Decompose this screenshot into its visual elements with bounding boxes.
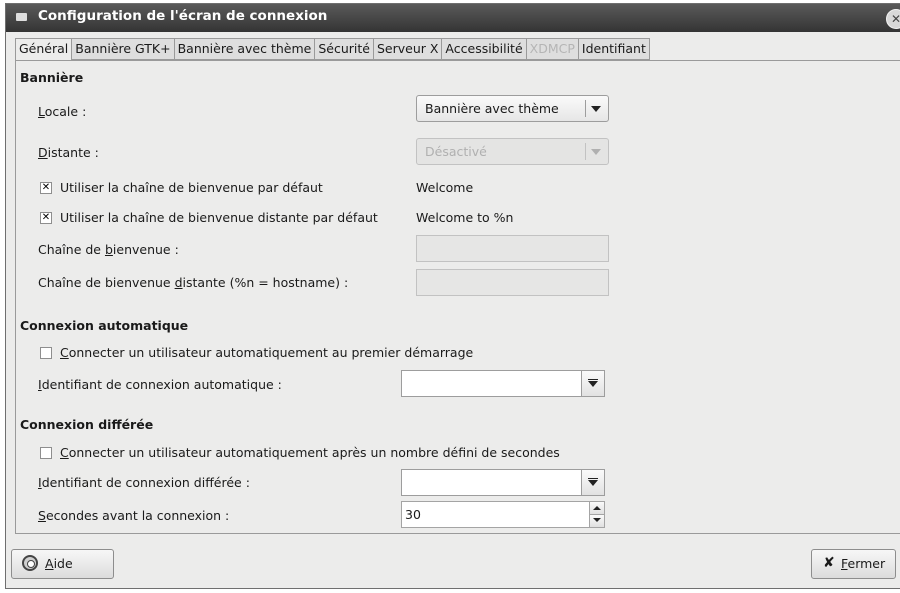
tab-bar: Général Bannière GTK+ Bannière avec thèm… [15, 38, 650, 61]
welcome-string-input [416, 235, 609, 262]
auto-login-user-label: Identifiant de connexion automatique : [38, 377, 282, 392]
local-banner-value: Bannière avec thème [425, 101, 559, 116]
seconds-label: Secondes avant la connexion : [38, 508, 230, 523]
default-remote-welcome-value: Welcome to %n [416, 210, 514, 225]
default-welcome-checkbox[interactable]: ✕ [40, 182, 52, 194]
window-menu-icon[interactable] [16, 13, 27, 21]
general-tab-panel: Bannière Locale : Bannière avec thème Di… [15, 60, 900, 534]
default-remote-welcome-checkbox[interactable]: ✕ [40, 212, 52, 224]
timed-login-section-title: Connexion différée [20, 417, 154, 432]
chevron-down-icon [591, 106, 601, 112]
tab-accessibility[interactable]: Accessibilité [442, 38, 527, 60]
banner-section-title: Bannière [20, 70, 84, 85]
remote-banner-combo: Désactivé [416, 138, 609, 165]
default-welcome-value: Welcome [416, 180, 474, 195]
remote-banner-value: Désactivé [425, 144, 487, 159]
auto-login-user-combo[interactable] [401, 370, 605, 397]
window-title: Configuration de l'écran de connexion [38, 8, 328, 24]
chevron-down-icon [588, 480, 598, 486]
tab-x-server[interactable]: Serveur X [373, 38, 443, 60]
tab-login[interactable]: Identifiant [578, 38, 650, 60]
close-button[interactable]: ✘ Fermer [811, 549, 896, 579]
combo-dropdown-button[interactable] [581, 371, 604, 396]
remote-label: Distante : [38, 145, 99, 160]
tab-general[interactable]: Général [15, 38, 73, 61]
default-remote-welcome-check-label: Utiliser la chaîne de bienvenue distante… [60, 210, 378, 225]
default-welcome-check-label: Utiliser la chaîne de bienvenue par défa… [60, 180, 323, 195]
spin-up-icon[interactable] [589, 502, 604, 515]
seconds-spinbox[interactable]: 30 [401, 501, 605, 528]
chevron-down-icon [588, 381, 598, 387]
help-icon [22, 555, 38, 571]
close-icon: ✘ [823, 555, 835, 571]
timed-login-check-label: Connecter un utilisateur automatiquement… [60, 445, 560, 460]
auto-login-check-label: Connecter un utilisateur automatiquement… [60, 345, 474, 360]
window-close-icon[interactable]: ✕ [886, 9, 900, 29]
help-button[interactable]: Aide [11, 549, 114, 579]
tab-xdmcp: XDMCP [526, 38, 579, 60]
timed-login-user-combo[interactable] [401, 469, 605, 496]
timed-login-checkbox[interactable] [40, 447, 52, 459]
local-banner-combo[interactable]: Bannière avec thème [416, 95, 609, 122]
remote-welcome-string-input [416, 269, 609, 296]
spin-down-icon[interactable] [589, 515, 604, 527]
local-label: Locale : [38, 104, 87, 119]
tab-gtk-banner[interactable]: Bannière GTK+ [72, 38, 175, 60]
remote-welcome-string-label: Chaîne de bienvenue distante (%n = hostn… [38, 275, 349, 290]
tab-themed-banner[interactable]: Bannière avec thème [174, 38, 316, 60]
combo-dropdown-button[interactable] [581, 470, 604, 495]
auto-login-section-title: Connexion automatique [20, 318, 189, 333]
seconds-value: 30 [405, 507, 421, 522]
welcome-string-label: Chaîne de bienvenue : [38, 242, 179, 257]
chevron-down-icon [591, 149, 601, 155]
auto-login-checkbox[interactable] [40, 347, 52, 359]
title-bar[interactable]: Configuration de l'écran de connexion ✕ [6, 4, 900, 32]
tab-security[interactable]: Sécurité [315, 38, 374, 60]
timed-login-user-label: Identifiant de connexion différée : [38, 475, 250, 490]
dialog-window: Configuration de l'écran de connexion ✕ … [5, 3, 900, 589]
